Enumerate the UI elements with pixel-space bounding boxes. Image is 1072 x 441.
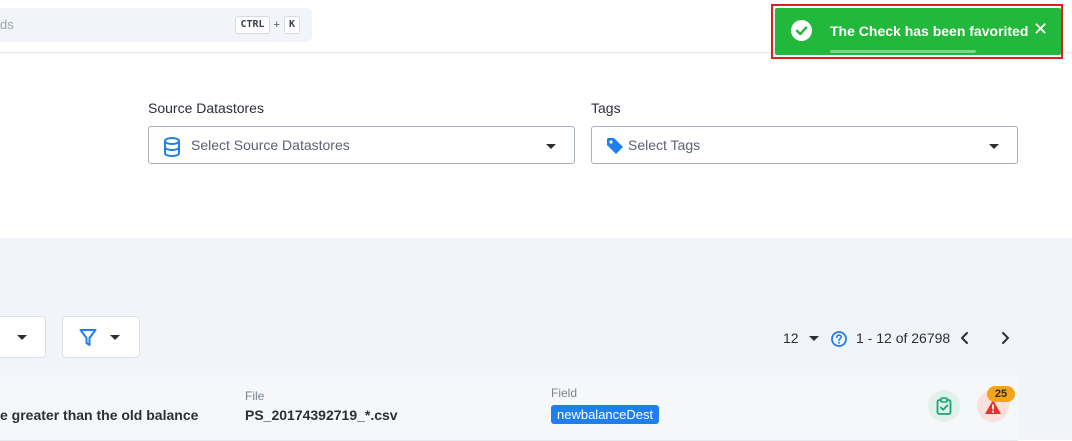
toast-progress-bar: [830, 50, 976, 53]
global-search[interactable]: ds CTRL + K: [0, 8, 312, 42]
search-input[interactable]: ds: [0, 17, 14, 32]
shortcut-plus: +: [273, 19, 280, 31]
chevron-left-icon[interactable]: [959, 331, 971, 350]
filter-button[interactable]: [62, 316, 140, 358]
tag-icon: [606, 137, 624, 160]
source-datastores-select[interactable]: Select Source Datastores: [148, 126, 575, 164]
file-value: PS_20174392719_*.csv: [245, 407, 398, 423]
sort-dropdown-button[interactable]: [0, 316, 46, 358]
close-icon[interactable]: ✕: [1033, 19, 1048, 40]
help-icon[interactable]: [831, 331, 847, 347]
chevron-down-icon: [546, 144, 556, 149]
clipboard-check-icon: [936, 397, 952, 420]
check-status-button[interactable]: [928, 390, 960, 422]
shortcut-ctrl-key: CTRL: [235, 16, 270, 34]
tags-select[interactable]: Select Tags: [591, 126, 1018, 164]
search-shortcut: CTRL + K: [235, 16, 300, 34]
source-datastores-label: Source Datastores: [148, 100, 264, 116]
per-page-value[interactable]: 12: [783, 330, 799, 346]
anomaly-count-badge: 25: [987, 386, 1015, 402]
chevron-down-icon: [17, 335, 27, 340]
tags-placeholder: Select Tags: [628, 137, 701, 153]
chevron-down-icon[interactable]: [809, 336, 819, 341]
source-datastores-placeholder: Select Source Datastores: [191, 137, 350, 153]
field-label: Field: [551, 386, 578, 400]
shortcut-k-key: K: [283, 16, 300, 34]
file-label: File: [245, 389, 265, 403]
chevron-down-icon: [110, 335, 120, 340]
field-chip[interactable]: newbalanceDest: [551, 405, 660, 424]
check-description: e greater than the old balance: [0, 407, 199, 423]
tags-label: Tags: [591, 100, 621, 116]
pagination-range: 1 - 12 of 26798: [856, 330, 951, 346]
check-circle-icon: [791, 20, 812, 41]
chevron-right-icon[interactable]: [999, 331, 1011, 350]
toast-message: The Check has been favorited: [830, 23, 1029, 39]
database-icon: [163, 137, 181, 162]
filter-icon: [79, 328, 97, 353]
chevron-down-icon: [989, 144, 999, 149]
success-toast: The Check has been favorited ✕: [775, 8, 1061, 55]
warning-icon: [984, 399, 1002, 420]
